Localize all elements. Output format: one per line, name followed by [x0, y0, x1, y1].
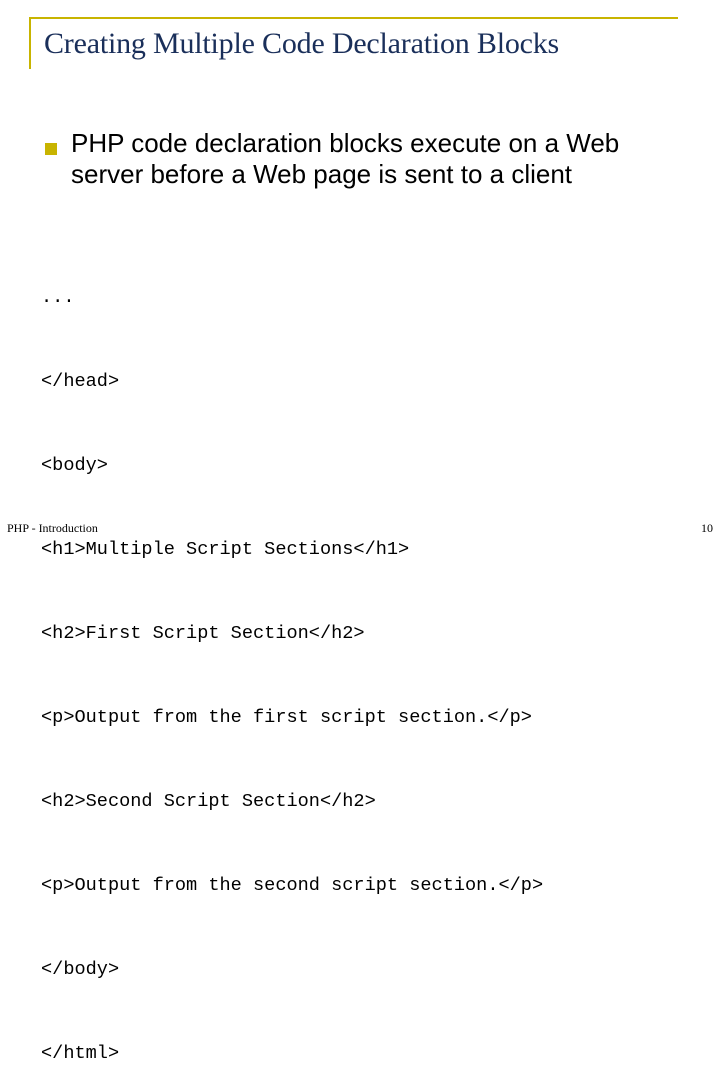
code-line: </html> [41, 1043, 120, 1064]
code-line: <p>Output from the second script section… [41, 875, 544, 896]
code-line: <h2>Second Script Section</h2> [41, 791, 376, 812]
code-line: ... [41, 287, 75, 308]
footer-course-label: PHP - Introduction [7, 521, 98, 535]
title-frame-left-line [29, 17, 31, 69]
code-line: <body> [41, 455, 108, 476]
footer-page-number: 10 [701, 521, 713, 535]
code-line: </head> [41, 371, 120, 392]
code-line: <h2>First Script Section</h2> [41, 623, 365, 644]
code-block: ... </head> <body> <h1>Multiple Script S… [41, 228, 543, 1080]
slide: Creating Multiple Code Declaration Block… [0, 0, 720, 1064]
code-line: </body> [41, 959, 120, 980]
slide-title: Creating Multiple Code Declaration Block… [44, 27, 560, 60]
title-frame-top-line [29, 17, 678, 19]
bullet-text: PHP code declaration blocks execute on a… [71, 128, 620, 189]
code-line: <p>Output from the first script section.… [41, 707, 532, 728]
code-line: <h1>Multiple Script Sections</h1> [41, 539, 410, 560]
bullet-square-icon [45, 143, 57, 155]
